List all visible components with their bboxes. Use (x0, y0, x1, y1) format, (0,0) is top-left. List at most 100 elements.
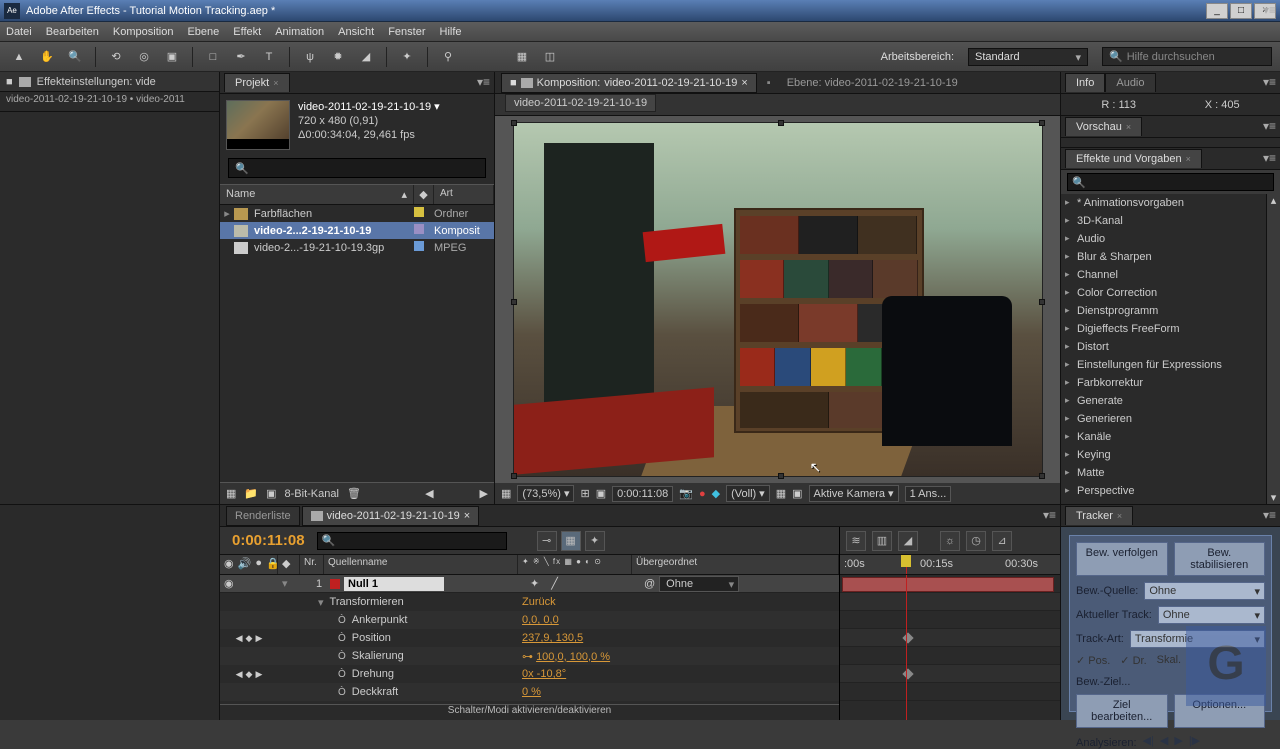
effect-controls-tab[interactable]: ■ Effekteinstellungen: vide ▾≡ (0, 72, 219, 92)
guides-icon[interactable]: ▣ (792, 487, 802, 500)
presets-search-input[interactable]: 🔍 (1067, 173, 1274, 191)
camera-tool-icon[interactable]: ◎ (133, 46, 155, 68)
stopwatch-icon[interactable]: Ò (338, 633, 346, 644)
flowchart-crumb[interactable]: video-2011-02-19-21-10-19 • video-2011 (0, 92, 219, 112)
text-tool-icon[interactable]: T (258, 46, 280, 68)
stopwatch-icon[interactable]: Ò (338, 651, 346, 662)
menu-ebene[interactable]: Ebene (187, 26, 219, 38)
preset-category[interactable]: Kanäle (1061, 428, 1266, 446)
tl-clock-icon[interactable]: ◷ (966, 531, 986, 551)
analyze-back-1-icon[interactable]: ◀| (1143, 734, 1154, 749)
pen-tool-icon[interactable]: ✒ (230, 46, 252, 68)
property-row[interactable]: ◀◆▶ ÒPosition 237,9, 130,5 (220, 629, 839, 647)
fit-icon[interactable]: ⊞ (580, 487, 589, 500)
tl-option-icon[interactable]: ⊸ (537, 531, 557, 551)
preset-category[interactable]: Audio (1061, 230, 1266, 248)
trash-icon[interactable]: 🗑 (347, 487, 361, 500)
time-display[interactable]: 0:00:11:08 (612, 486, 673, 502)
composition-viewer[interactable]: ↖ (495, 116, 1060, 482)
tab-tracker[interactable]: Tracker× (1065, 506, 1133, 525)
preset-category[interactable]: Farbkorrektur (1061, 374, 1266, 392)
preset-category[interactable]: Dienstprogramm (1061, 302, 1266, 320)
tl-option-icon[interactable]: ✦ (585, 531, 605, 551)
brush-tool-icon[interactable]: ψ (299, 46, 321, 68)
visibility-toggle[interactable]: ◉ (224, 577, 234, 590)
minimize-button[interactable]: _ (1206, 3, 1228, 19)
safe-icon[interactable]: ▣ (596, 487, 606, 500)
rotate-tool-icon[interactable]: ⟲ (105, 46, 127, 68)
tab-layer[interactable]: Ebene: video-2011-02-19-21-10-19 (781, 74, 964, 92)
tl-graph2-icon[interactable]: ⊿ (992, 531, 1012, 551)
parent-dropdown[interactable]: Ohne (659, 576, 739, 592)
stopwatch-icon[interactable]: Ò (338, 687, 346, 698)
project-footage-row[interactable]: video-2...-19-21-10-19.3gp MPEG (220, 239, 494, 256)
zoom-tool-icon[interactable]: 🔍 (64, 46, 86, 68)
workspace-dropdown[interactable]: Standard (968, 48, 1088, 66)
project-search-input[interactable]: 🔍 (228, 158, 486, 178)
keyframe-icon[interactable] (902, 632, 913, 643)
help-search-input[interactable]: 🔍 Hilfe durchsuchen (1102, 47, 1272, 66)
preset-category[interactable]: * Animationsvorgaben (1061, 194, 1266, 212)
expand-icon[interactable]: ▾ (318, 596, 324, 609)
panel-menu-icon[interactable]: ▾≡ (1263, 119, 1276, 133)
tab-render-queue[interactable]: Renderliste (226, 506, 300, 526)
panel-menu-icon[interactable]: ▾≡ (1263, 508, 1276, 522)
preset-category[interactable]: Channel (1061, 266, 1266, 284)
tl-option-icon[interactable]: ▦ (561, 531, 581, 551)
scroll-down-icon[interactable]: ▾ (1267, 491, 1280, 504)
preset-category[interactable]: Einstellungen für Expressions (1061, 356, 1266, 374)
roto-tool-icon[interactable]: ✦ (396, 46, 418, 68)
current-track-dropdown[interactable]: Ohne (1158, 606, 1265, 624)
stopwatch-icon[interactable]: Ò (338, 615, 346, 626)
close-icon[interactable]: × (464, 510, 470, 522)
zoom-dropdown[interactable]: (73,5%) ▾ (517, 485, 574, 502)
preset-category[interactable]: Color Correction (1061, 284, 1266, 302)
clone-tool-icon[interactable]: ✹ (327, 46, 349, 68)
menu-datei[interactable]: Datei (6, 26, 32, 38)
panel-menu-icon[interactable]: ▾≡ (1263, 151, 1276, 165)
property-row[interactable]: ◀◆▶ ÒDrehung 0x -10,8° (220, 665, 839, 683)
grid-icon[interactable]: ▦ (501, 487, 511, 500)
close-icon[interactable]: × (1126, 122, 1131, 132)
puppet-tool-icon[interactable]: ⚲ (437, 46, 459, 68)
views-dropdown[interactable]: 1 Ans... (905, 486, 952, 502)
track-motion-button[interactable]: Bew. verfolgen (1076, 542, 1168, 576)
position-checkbox[interactable]: ✓ Pos. (1076, 654, 1110, 667)
tab-timeline-comp[interactable]: video-2011-02-19-21-10-19 × (302, 506, 480, 526)
preset-category[interactable]: Generieren (1061, 410, 1266, 428)
new-comp-icon[interactable]: ▣ (266, 487, 276, 500)
pickwhip-icon[interactable]: @ (644, 578, 655, 590)
close-icon[interactable]: × (273, 78, 278, 88)
hand-tool-icon[interactable]: ✋ (36, 46, 58, 68)
preset-category[interactable]: Matte (1061, 464, 1266, 482)
preset-category[interactable]: Keying (1061, 446, 1266, 464)
analyze-forward-icon[interactable]: ▶ (1174, 734, 1182, 749)
menu-hilfe[interactable]: Hilfe (440, 26, 462, 38)
project-folder-row[interactable]: ▸ Farbflächen Ordner (220, 205, 494, 222)
camera-dropdown[interactable]: Aktive Kamera ▾ (809, 485, 899, 502)
analyze-back-icon[interactable]: ◀ (1160, 734, 1168, 749)
preset-category[interactable]: Distort (1061, 338, 1266, 356)
transform-group[interactable]: ▾Transformieren Zurück (220, 593, 839, 611)
next-frame-icon[interactable]: ▶ (480, 487, 488, 500)
maximize-button[interactable]: □ (1230, 3, 1252, 19)
resolution-dropdown[interactable]: (Voll) ▾ (726, 485, 770, 502)
preset-category[interactable]: 3D-Kanal (1061, 212, 1266, 230)
rect-tool-icon[interactable]: □ (202, 46, 224, 68)
layer-row[interactable]: ◉ ▾ 1 Null 1 ✦╱ @Ohne (220, 575, 839, 593)
tab-info[interactable]: Info (1065, 73, 1105, 92)
project-comp-row[interactable]: video-2...2-19-21-10-19 Komposit (220, 222, 494, 239)
menu-effekt[interactable]: Effekt (233, 26, 261, 38)
track-area[interactable] (840, 575, 1060, 720)
current-time-indicator[interactable] (906, 555, 907, 574)
panel-menu-icon[interactable]: ▾≡ (1043, 508, 1056, 522)
timeline-search-input[interactable]: 🔍 (317, 532, 507, 550)
next-key-icon[interactable]: ▶ (255, 633, 262, 644)
link-icon[interactable]: ⊶ (522, 651, 533, 663)
switch-mode-toggle[interactable]: Schalter/Modi aktivieren/deaktivieren (220, 704, 839, 720)
scale-checkbox[interactable]: Skal. (1157, 654, 1181, 667)
sort-icon[interactable]: ▴ (401, 188, 407, 201)
close-icon[interactable]: × (1117, 511, 1122, 521)
analyze-forward-1-icon[interactable]: |▶ (1189, 734, 1200, 749)
opt2-icon[interactable]: ◫ (539, 46, 561, 68)
